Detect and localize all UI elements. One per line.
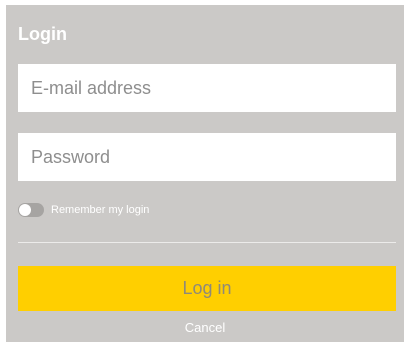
toggle-switch[interactable] <box>18 203 44 217</box>
login-title: Login <box>18 24 67 44</box>
login-panel: Login Remember my login Log in Cancel <box>6 5 404 342</box>
login-button[interactable]: Log in <box>18 266 396 311</box>
remember-login-label: Remember my login <box>51 204 150 216</box>
email-input[interactable] <box>18 64 396 112</box>
divider <box>18 242 396 243</box>
remember-login-toggle[interactable]: Remember my login <box>18 203 149 217</box>
password-input[interactable] <box>18 133 396 181</box>
toggle-knob <box>19 204 31 216</box>
cancel-link[interactable]: Cancel <box>6 320 404 335</box>
